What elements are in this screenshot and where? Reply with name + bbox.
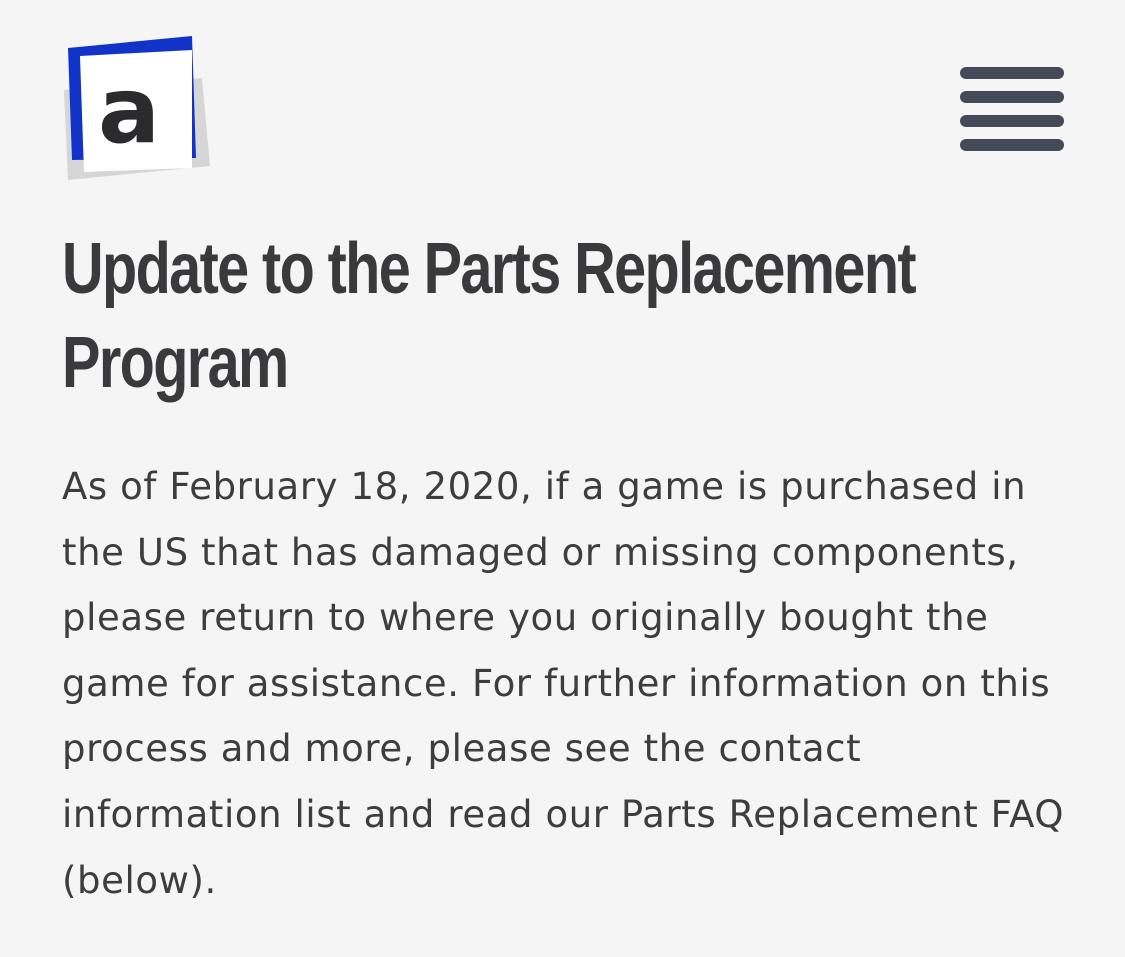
hamburger-menu-icon xyxy=(960,67,1064,151)
menu-button[interactable] xyxy=(955,62,1069,156)
logo-letter: a xyxy=(98,57,160,164)
menu-icon-bar xyxy=(960,67,1064,79)
site-logo[interactable]: a xyxy=(58,32,212,186)
article-body: As of February 18, 2020, if a game is pu… xyxy=(62,465,1065,902)
page-title: Update to the Parts Replacement Program xyxy=(62,229,917,403)
menu-icon-bar xyxy=(960,139,1064,151)
site-header: a xyxy=(0,0,1125,200)
article: Update to the Parts Replacement Program … xyxy=(62,222,1072,902)
menu-icon-bar xyxy=(960,91,1064,103)
menu-icon-bar xyxy=(960,115,1064,127)
